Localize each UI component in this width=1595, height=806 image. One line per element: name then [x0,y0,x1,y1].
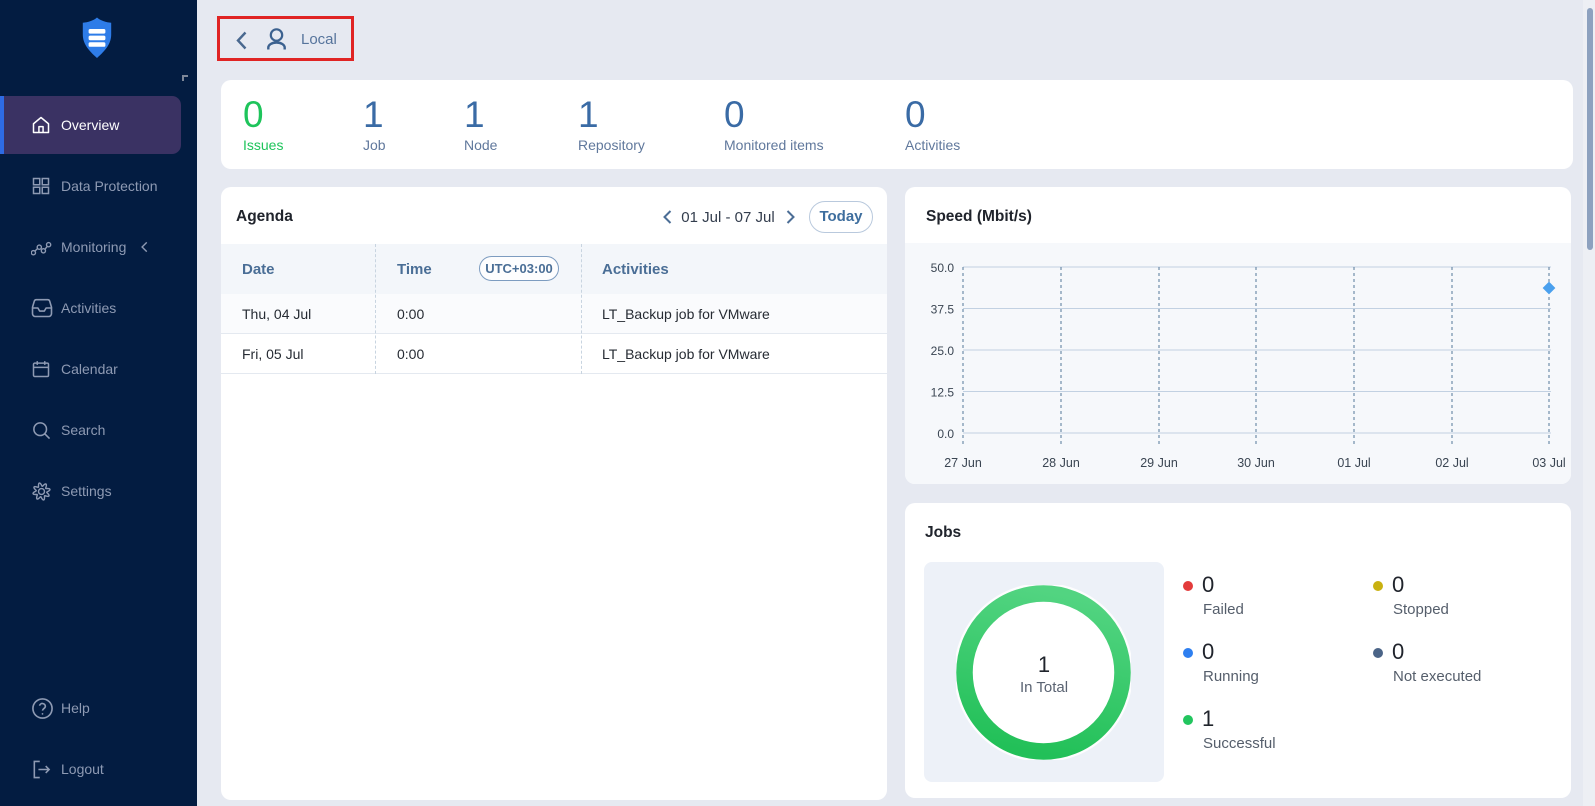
svg-text:12.5: 12.5 [931,386,955,400]
svg-text:27 Jun: 27 Jun [944,456,982,470]
svg-text:28 Jun: 28 Jun [1042,456,1080,470]
svg-text:02 Jul: 02 Jul [1435,456,1468,470]
svg-text:01 Jul: 01 Jul [1337,456,1370,470]
svg-text:03 Jul: 03 Jul [1532,456,1565,470]
svg-text:0.0: 0.0 [937,427,954,441]
svg-text:50.0: 50.0 [931,261,955,275]
svg-text:25.0: 25.0 [931,344,955,358]
svg-text:30 Jun: 30 Jun [1237,456,1275,470]
svg-text:29 Jun: 29 Jun [1140,456,1178,470]
svg-text:37.5: 37.5 [931,303,955,317]
